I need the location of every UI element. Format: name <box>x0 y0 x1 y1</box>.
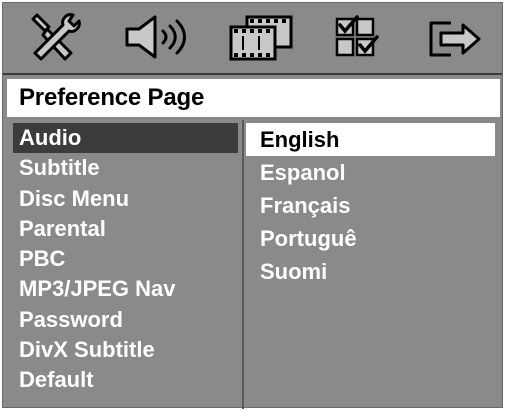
general-setup-tools-icon[interactable] <box>25 9 85 65</box>
settings-menu: Audio Subtitle Disc Menu Parental PBC MP3/JPE… <box>13 123 238 396</box>
option-portugu-[interactable]: Portuguê <box>246 222 495 255</box>
menu-item-disc-menu[interactable]: Disc Menu <box>13 184 238 214</box>
menu-item-subtitle[interactable]: Subtitle <box>13 153 238 183</box>
toolbar-separator <box>3 73 502 75</box>
option-fran-ais[interactable]: Français <box>246 189 495 222</box>
option-suomi[interactable]: Suomi <box>246 255 495 288</box>
option-espanol[interactable]: Espanol <box>246 156 495 189</box>
menu-item-parental[interactable]: Parental <box>13 214 238 244</box>
video-setup-filmstrip-icon[interactable] <box>225 9 297 65</box>
language-options-menu: English Espanol Français Portuguê Suomi <box>246 123 495 288</box>
menu-item-mp3-jpeg-nav[interactable]: MP3/JPEG Nav <box>13 274 238 304</box>
menu-item-pbc[interactable]: PBC <box>13 244 238 274</box>
menu-item-audio[interactable]: Audio <box>13 123 238 154</box>
preference-setup-checkbox-icon[interactable] <box>331 9 379 65</box>
exit-arrow-icon[interactable] <box>423 9 487 65</box>
option-english[interactable]: English <box>246 123 495 156</box>
menu-item-divx-subtitle[interactable]: DivX Subtitle <box>13 335 238 365</box>
setup-toolbar <box>3 3 502 71</box>
page-title-bar: Preference Page <box>7 79 500 117</box>
menu-item-default[interactable]: Default <box>13 365 238 395</box>
audio-setup-speaker-icon[interactable] <box>121 9 193 65</box>
menu-divider <box>242 120 244 409</box>
setup-menu-screen: Preference Page Audio Subtitle Disc Menu Pa… <box>2 2 503 409</box>
page-title: Preference Page <box>19 84 205 111</box>
menu-item-password[interactable]: Password <box>13 305 238 335</box>
